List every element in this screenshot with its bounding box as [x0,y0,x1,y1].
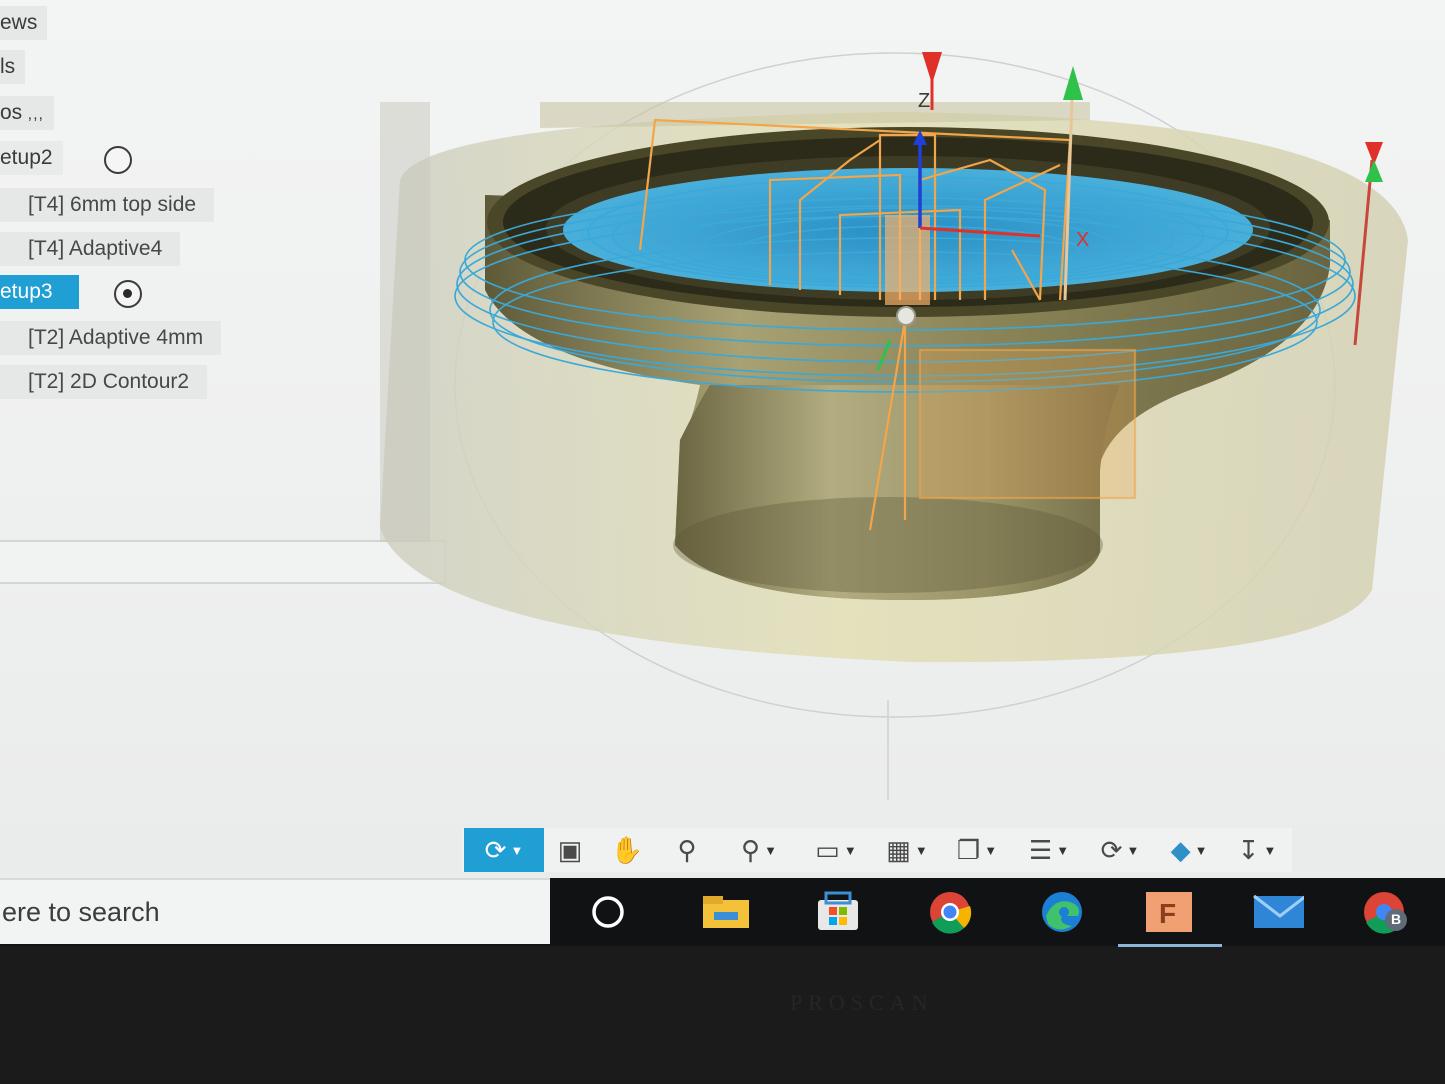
active-app-indicator [1118,944,1222,947]
chrome-icon [930,892,972,934]
fit-zoom-icon: ⚲ [741,834,761,865]
fit-button[interactable]: ⚲ ▼ [724,828,794,872]
tree-folder-models[interactable]: ls [0,50,26,84]
tree-setup2[interactable]: etup2 [0,141,63,175]
stock-display-button[interactable]: ◆ ▼ [1158,828,1220,872]
tree-op-6mm-top-side[interactable]: [T4] 6mm top side [0,188,215,222]
mail-button[interactable] [1252,890,1304,934]
look-at-button[interactable]: ▣ [546,828,594,872]
tree-op-2d-contour2[interactable]: [T2] 2D Contour2 [0,365,208,399]
taskbar: ere to search F B [0,878,1445,947]
chrome-profile-icon [1364,892,1407,934]
profile-letter: B [1391,911,1402,927]
orbit-icon: ⟳ [484,834,507,865]
stock-display-icon: ◆ [1170,834,1191,865]
grid-icon: ▦ [886,834,911,865]
viewports-icon: ❐ [956,834,981,865]
zoom-icon: ⚲ [677,834,697,865]
tool-display-icon: ↧ [1237,834,1260,865]
zoom-button[interactable]: ⚲ [662,828,712,872]
microsoft-store-icon [818,891,858,930]
svg-text:F: F [1159,898,1176,929]
display-settings-button[interactable]: ▭ ▼ [804,828,868,872]
tree-op-adaptive4[interactable]: [T4] Adaptive4 [0,232,181,266]
orbit-button[interactable]: ⟳ ▼ [464,828,544,872]
navigation-toolbar: ⟳ ▼ ▣ ✋ ⚲ ⚲ ▼ ▭ ▼ ▦ ▼ ❐ ▼ ☰ ▼ ⟳ ▼ ◆ ▼ ↧ ▼ [462,828,1292,872]
edge-button[interactable] [1036,890,1088,934]
grid-button[interactable]: ▦ ▼ [876,828,938,872]
ellipsis-icon: ,,, [22,106,44,123]
chevron-down-icon[interactable]: ▼ [1195,843,1208,858]
viewports-button[interactable]: ❐ ▼ [946,828,1008,872]
cortana-icon [592,896,624,928]
taskbar-search-input[interactable]: ere to search [0,878,550,944]
tree-folder-views[interactable]: ews [0,6,48,40]
microsoft-store-button[interactable] [812,890,864,934]
axis-label-z: Z [918,90,930,112]
3d-viewport[interactable]: Z X [330,0,1445,820]
edge-icon [1042,892,1082,932]
display-settings-icon: ▭ [815,834,840,865]
tree-setup3[interactable]: etup3 [0,275,79,309]
screen: ews ls os ,,, etup2 [T4] 6mm top side [T… [0,0,1445,945]
axis-label-x: X [1076,229,1089,251]
chrome-button[interactable] [924,890,976,934]
chevron-down-icon[interactable]: ▼ [1056,843,1069,858]
tool-display-button[interactable]: ↧ ▼ [1228,828,1286,872]
setup3-activate-radio[interactable] [114,280,142,308]
chevron-down-icon[interactable]: ▼ [764,843,777,858]
refresh-button[interactable]: ⟳ ▼ [1090,828,1150,872]
file-explorer-icon [703,896,749,928]
chevron-down-icon[interactable]: ▼ [510,843,523,858]
mail-icon [1253,894,1304,928]
chevron-down-icon[interactable]: ▼ [984,843,997,858]
fusion-button[interactable]: F [1142,890,1196,934]
refresh-icon: ⟳ [1100,834,1123,865]
tree-folder-setups[interactable]: os ,,, [0,96,54,130]
layers-icon: ☰ [1028,834,1053,865]
chevron-down-icon[interactable]: ▼ [1263,843,1276,858]
pan-hand-icon: ✋ [610,834,644,865]
chevron-down-icon[interactable]: ▼ [915,843,928,858]
tree-op-adaptive-4mm[interactable]: [T2] Adaptive 4mm [0,321,222,355]
pan-button[interactable]: ✋ [602,828,652,872]
chevron-down-icon[interactable]: ▼ [1126,843,1139,858]
chevron-down-icon[interactable]: ▼ [844,843,857,858]
chrome-profile-button[interactable]: B [1360,890,1412,934]
cortana-button[interactable] [582,890,634,934]
file-explorer-button[interactable] [700,890,752,934]
fusion-icon: F [1146,892,1192,932]
layers-button[interactable]: ☰ ▼ [1018,828,1080,872]
look-at-icon: ▣ [557,834,583,865]
setup2-activate-radio[interactable] [104,146,132,174]
monitor-brand: PROSCAN [790,990,934,1015]
